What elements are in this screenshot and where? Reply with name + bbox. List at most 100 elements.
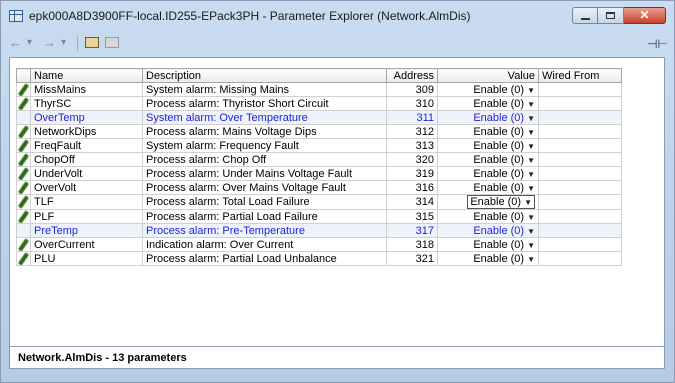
value-text: Enable (0) [473, 153, 525, 166]
value-text: Enable (0) [473, 224, 525, 237]
wired-from-cell[interactable] [538, 194, 622, 210]
wired-from-cell[interactable] [538, 223, 622, 238]
table-row[interactable]: OverVolt Process alarm: Over Mains Voltag… [16, 180, 622, 195]
dropdown-arrow-icon[interactable]: ▼ [527, 184, 535, 193]
wired-from-cell[interactable] [538, 166, 622, 181]
dropdown-arrow-icon[interactable]: ▼ [527, 213, 535, 222]
value-dropdown[interactable]: Enable (0) ▼ [437, 152, 539, 167]
dropdown-arrow-icon[interactable]: ▼ [527, 100, 535, 109]
dropdown-arrow-icon[interactable]: ▼ [524, 198, 532, 207]
minimize-button[interactable] [572, 7, 598, 24]
value-dropdown[interactable]: Enable (0) ▼ [437, 180, 539, 195]
value-dropdown[interactable]: Enable (0) ▼ [437, 96, 539, 111]
parent-folder-icon[interactable] [85, 37, 99, 48]
column-header-value[interactable]: Value [437, 68, 539, 83]
value-select[interactable]: Enable (0) ▼ [473, 112, 535, 124]
table-row[interactable]: UnderVolt Process alarm: Under Mains Volt… [16, 166, 622, 181]
dropdown-arrow-icon[interactable]: ▼ [527, 170, 535, 179]
close-button[interactable]: ✕ [624, 7, 666, 24]
param-description: System alarm: Frequency Fault [142, 138, 387, 153]
value-select[interactable]: Enable (0) ▼ [473, 253, 535, 265]
forward-arrow-icon[interactable]: → [43, 35, 56, 51]
row-icon-cell [16, 223, 31, 238]
value-dropdown[interactable]: Enable (0) ▼ [437, 82, 539, 97]
param-address: 319 [386, 166, 438, 181]
column-header-name[interactable]: Name [30, 68, 143, 83]
table-row[interactable]: FreqFault System alarm: Frequency Fault 31… [16, 138, 622, 153]
param-description: Indication alarm: Over Current [142, 237, 387, 252]
row-icon-cell [16, 110, 31, 125]
dropdown-arrow-icon[interactable]: ▼ [527, 142, 535, 151]
table-row[interactable]: PLF Process alarm: Partial Load Failure 31… [16, 209, 622, 224]
param-name: PreTemp [30, 223, 143, 238]
value-select[interactable]: Enable (0) ▼ [473, 126, 535, 138]
value-select[interactable]: Enable (0) ▼ [473, 168, 535, 180]
table-row[interactable]: ThyrSC Process alarm: Thyristor Short Cir… [16, 96, 622, 111]
wired-from-cell[interactable] [538, 110, 622, 125]
dropdown-arrow-icon[interactable]: ▼ [527, 156, 535, 165]
value-select[interactable]: Enable (0) ▼ [473, 154, 535, 166]
row-icon-cell [16, 96, 31, 111]
value-dropdown[interactable]: Enable (0) ▼ [437, 251, 539, 266]
value-dropdown[interactable]: Enable (0) ▼ [437, 110, 539, 125]
value-dropdown[interactable]: Enable (0) ▼ [437, 237, 539, 252]
title-bar[interactable]: epk000A8D3900FF-local.ID255-EPack3PH - P… [1, 1, 674, 31]
param-description: Process alarm: Under Mains Voltage Fault [142, 166, 387, 181]
value-select[interactable]: Enable (0) ▼ [473, 140, 535, 152]
wired-from-cell[interactable] [538, 209, 622, 224]
wired-from-cell[interactable] [538, 251, 622, 266]
value-select[interactable]: Enable (0) ▼ [473, 211, 535, 223]
wired-from-cell[interactable] [538, 124, 622, 139]
toolbar-separator [77, 36, 78, 51]
value-dropdown[interactable]: Enable (0) ▼ [437, 209, 539, 224]
wired-from-cell[interactable] [538, 138, 622, 153]
dropdown-arrow-icon[interactable]: ▼ [527, 86, 535, 95]
value-text: Enable (0) [473, 238, 525, 251]
wired-from-cell[interactable] [538, 96, 622, 111]
value-select[interactable]: Enable (0) ▼ [473, 98, 535, 110]
wired-from-cell[interactable] [538, 152, 622, 167]
folder-icon[interactable] [105, 37, 119, 48]
table-row[interactable]: PreTemp Process alarm: Pre-Temperature 317… [16, 223, 622, 238]
column-header-address[interactable]: Address [386, 68, 438, 83]
value-select[interactable]: Enable (0) ▼ [473, 225, 535, 237]
column-header-description[interactable]: Description [142, 68, 387, 83]
value-select[interactable]: Enable (0) ▼ [473, 239, 535, 251]
dropdown-arrow-icon[interactable]: ▼ [527, 227, 535, 236]
parameter-grid: Name Description Address Value Wired Fro… [9, 57, 665, 347]
table-row[interactable]: OverTemp System alarm: Over Temperature 31… [16, 110, 622, 125]
dropdown-arrow-icon[interactable]: ▼ [527, 114, 535, 123]
value-dropdown[interactable]: Enable (0) ▼ [437, 223, 539, 238]
dropdown-arrow-icon[interactable]: ▼ [527, 241, 535, 250]
table-row[interactable]: ChopOff Process alarm: Chop Off 320 Enable … [16, 152, 622, 167]
column-header-wired-from[interactable]: Wired From [538, 68, 622, 83]
dropdown-arrow-icon[interactable]: ▼ [527, 255, 535, 264]
value-select[interactable]: Enable (0) ▼ [473, 182, 535, 194]
minimize-icon [581, 18, 590, 20]
back-dropdown-icon[interactable]: ▾ [27, 35, 32, 51]
value-dropdown[interactable]: Enable (0) ▼ [437, 124, 539, 139]
wired-from-cell[interactable] [538, 82, 622, 97]
table-row[interactable]: TLF Process alarm: Total Load Failure 314 E… [16, 194, 622, 210]
value-select[interactable]: Enable (0) ▼ [467, 195, 535, 209]
back-arrow-icon[interactable]: ← [9, 35, 22, 51]
maximize-button[interactable] [598, 7, 624, 24]
pencil-icon [18, 196, 29, 208]
pin-icon[interactable]: ⊣⊢ [647, 37, 668, 51]
value-dropdown[interactable]: Enable (0) ▼ [437, 138, 539, 153]
param-name: NetworkDips [30, 124, 143, 139]
wired-from-cell[interactable] [538, 237, 622, 252]
table-row[interactable]: NetworkDips Process alarm: Mains Voltage … [16, 124, 622, 139]
dropdown-arrow-icon[interactable]: ▼ [527, 128, 535, 137]
table-row[interactable]: OverCurrent Indication alarm: Over Curren… [16, 237, 622, 252]
table-row[interactable]: MissMains System alarm: Missing Mains 309 E… [16, 82, 622, 97]
value-dropdown[interactable]: Enable (0) ▼ [437, 166, 539, 181]
value-dropdown[interactable]: Enable (0) ▼ [437, 194, 539, 210]
wired-from-cell[interactable] [538, 180, 622, 195]
row-icon-cell [16, 152, 31, 167]
table-row[interactable]: PLU Process alarm: Partial Load Unbalance… [16, 251, 622, 266]
value-select[interactable]: Enable (0) ▼ [473, 84, 535, 96]
row-icon-cell [16, 138, 31, 153]
value-text: Enable (0) [470, 196, 522, 208]
forward-dropdown-icon[interactable]: ▾ [61, 35, 66, 51]
